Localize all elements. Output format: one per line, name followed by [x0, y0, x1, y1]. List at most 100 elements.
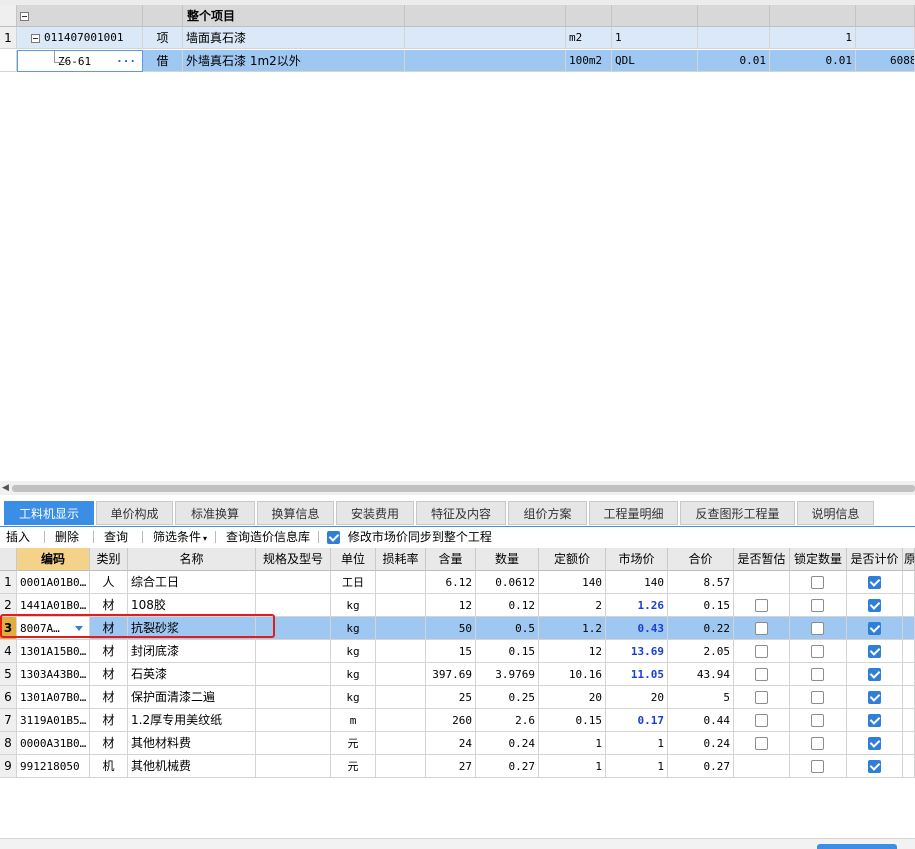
tab-description-info[interactable]: 说明信息 — [797, 501, 874, 525]
lock-quantity-checkbox-box[interactable] — [811, 691, 824, 704]
priced-checkbox-box[interactable] — [867, 599, 881, 612]
sync-market-price-option[interactable]: 修改市场价同步到整个工程 — [327, 527, 492, 547]
lock-quantity-checkbox-box[interactable] — [811, 760, 824, 773]
material-total[interactable]: 0.22 — [668, 617, 734, 640]
lock-quantity-checkbox[interactable] — [790, 732, 847, 755]
sub-name[interactable]: 外墙真石漆 1m2以外 — [183, 50, 405, 72]
priced-checkbox-box[interactable] — [867, 668, 881, 681]
provisional-checkbox-box[interactable] — [754, 622, 768, 635]
material-market-price[interactable]: 1.26 — [606, 594, 668, 617]
material-type[interactable]: 人 — [90, 571, 128, 594]
priced-checkbox-box[interactable] — [867, 760, 881, 773]
material-total[interactable]: 43.94 — [668, 663, 734, 686]
lock-quantity-checkbox-box[interactable] — [811, 714, 824, 727]
material-loss-rate[interactable] — [376, 663, 426, 686]
lock-quantity-checkbox[interactable] — [790, 594, 847, 617]
material-market-price[interactable]: 1 — [606, 732, 668, 755]
col-header-spec[interactable]: 规格及型号 — [256, 548, 331, 571]
material-loss-rate[interactable] — [376, 594, 426, 617]
provisional-checkbox-box[interactable] — [754, 599, 768, 612]
material-quantity[interactable]: 0.15 — [476, 640, 539, 663]
insert-button[interactable]: 插入 — [6, 527, 30, 547]
provisional-checkbox[interactable] — [734, 594, 790, 617]
material-base-price[interactable]: 10.16 — [539, 663, 606, 686]
material-name[interactable]: 综合工日 — [128, 571, 256, 594]
provisional-checkbox[interactable] — [734, 617, 790, 640]
col-header-provisional[interactable]: 是否暂估 — [734, 548, 790, 571]
material-content[interactable]: 397.69 — [426, 663, 476, 686]
material-content[interactable]: 6.12 — [426, 571, 476, 594]
provisional-checkbox-box[interactable] — [754, 737, 768, 750]
provisional-checkbox-box[interactable] — [754, 645, 768, 658]
priced-checkbox[interactable] — [847, 640, 903, 663]
material-name[interactable]: 其他机械费 — [128, 755, 256, 778]
lock-quantity-checkbox[interactable] — [790, 709, 847, 732]
material-total[interactable]: 8.57 — [668, 571, 734, 594]
material-base-price[interactable]: 140 — [539, 571, 606, 594]
lock-quantity-checkbox-box[interactable] — [811, 599, 824, 612]
horizontal-scrollbar[interactable]: ◀ — [0, 481, 915, 495]
tab-conversion-info[interactable]: 换算信息 — [257, 501, 334, 525]
filter-dropdown[interactable]: 筛选条件 ▾ — [153, 527, 207, 547]
tab-standard-conversion[interactable]: 标准换算 — [175, 501, 255, 525]
material-quantity[interactable]: 0.24 — [476, 732, 539, 755]
provisional-checkbox[interactable] — [734, 709, 790, 732]
provisional-checkbox[interactable] — [734, 640, 790, 663]
material-base-price[interactable]: 0.15 — [539, 709, 606, 732]
col-header-content[interactable]: 含量 — [426, 548, 476, 571]
lock-quantity-checkbox-box[interactable] — [811, 622, 824, 635]
material-type[interactable]: 材 — [90, 709, 128, 732]
lock-quantity-checkbox-box[interactable] — [811, 576, 824, 589]
material-loss-rate[interactable] — [376, 709, 426, 732]
lock-quantity-checkbox-box[interactable] — [811, 645, 824, 658]
priced-checkbox[interactable] — [847, 686, 903, 709]
material-code[interactable]: 1301A07B0… — [17, 686, 90, 709]
priced-checkbox-box[interactable] — [867, 714, 881, 727]
priced-checkbox-box[interactable] — [867, 576, 881, 589]
material-name[interactable]: 1.2厚专用美纹纸 — [128, 709, 256, 732]
priced-checkbox[interactable] — [847, 755, 903, 778]
material-content[interactable]: 25 — [426, 686, 476, 709]
sub-code-cell[interactable]: Z6-61 ··· — [17, 50, 143, 72]
material-code[interactable]: 1301A15B0… — [17, 640, 90, 663]
material-spec[interactable] — [256, 640, 331, 663]
material-content[interactable]: 15 — [426, 640, 476, 663]
tab-pricing-scheme[interactable]: 组价方案 — [508, 501, 587, 525]
provisional-checkbox[interactable] — [734, 571, 790, 594]
material-total[interactable]: 5 — [668, 686, 734, 709]
material-content[interactable]: 50 — [426, 617, 476, 640]
provisional-checkbox[interactable] — [734, 663, 790, 686]
table-row[interactable]: 6 1301A07B0… 材 保护面清漆二遍 kg 25 0.25 20 20 5 — [0, 686, 915, 709]
col-header-priced[interactable]: 是否计价 — [847, 548, 903, 571]
material-name[interactable]: 其他材料费 — [128, 732, 256, 755]
material-quantity[interactable]: 0.27 — [476, 755, 539, 778]
col-header-quantity[interactable]: 数量 — [476, 548, 539, 571]
material-total[interactable]: 2.05 — [668, 640, 734, 663]
material-base-price[interactable]: 12 — [539, 640, 606, 663]
lock-quantity-checkbox[interactable] — [790, 640, 847, 663]
material-content[interactable]: 260 — [426, 709, 476, 732]
sub-content[interactable]: 0.01 — [698, 50, 770, 72]
material-quantity[interactable]: 0.0612 — [476, 571, 539, 594]
col-header-type[interactable]: 类别 — [90, 548, 128, 571]
material-market-price[interactable]: 140 — [606, 571, 668, 594]
material-code[interactable]: 0000A31B0… — [17, 732, 90, 755]
lock-quantity-checkbox[interactable] — [790, 617, 847, 640]
priced-checkbox-box[interactable] — [867, 691, 881, 704]
table-row[interactable]: 4 1301A15B0… 材 封闭底漆 kg 15 0.15 12 13.69 2.05 — [0, 640, 915, 663]
priced-checkbox[interactable] — [847, 709, 903, 732]
material-code[interactable]: 991218050 — [17, 755, 90, 778]
material-market-price[interactable]: 11.05 — [606, 663, 668, 686]
material-loss-rate[interactable] — [376, 686, 426, 709]
list-item-row[interactable]: 1 011407001001 项 墙面真石漆 m2 1 1 — [0, 27, 915, 49]
item-expr[interactable]: 1 — [612, 27, 698, 49]
col-header-name[interactable]: 名称 — [128, 548, 256, 571]
material-name[interactable]: 保护面清漆二遍 — [128, 686, 256, 709]
query-price-library-button[interactable]: 查询造价信息库 — [226, 527, 310, 547]
material-market-price[interactable]: 0.17 — [606, 709, 668, 732]
material-type[interactable]: 材 — [90, 732, 128, 755]
tab-quantity-details[interactable]: 工程量明细 — [589, 501, 678, 525]
material-quantity[interactable]: 3.9769 — [476, 663, 539, 686]
col-header-total[interactable]: 合价 — [668, 548, 734, 571]
material-market-price[interactable]: 20 — [606, 686, 668, 709]
